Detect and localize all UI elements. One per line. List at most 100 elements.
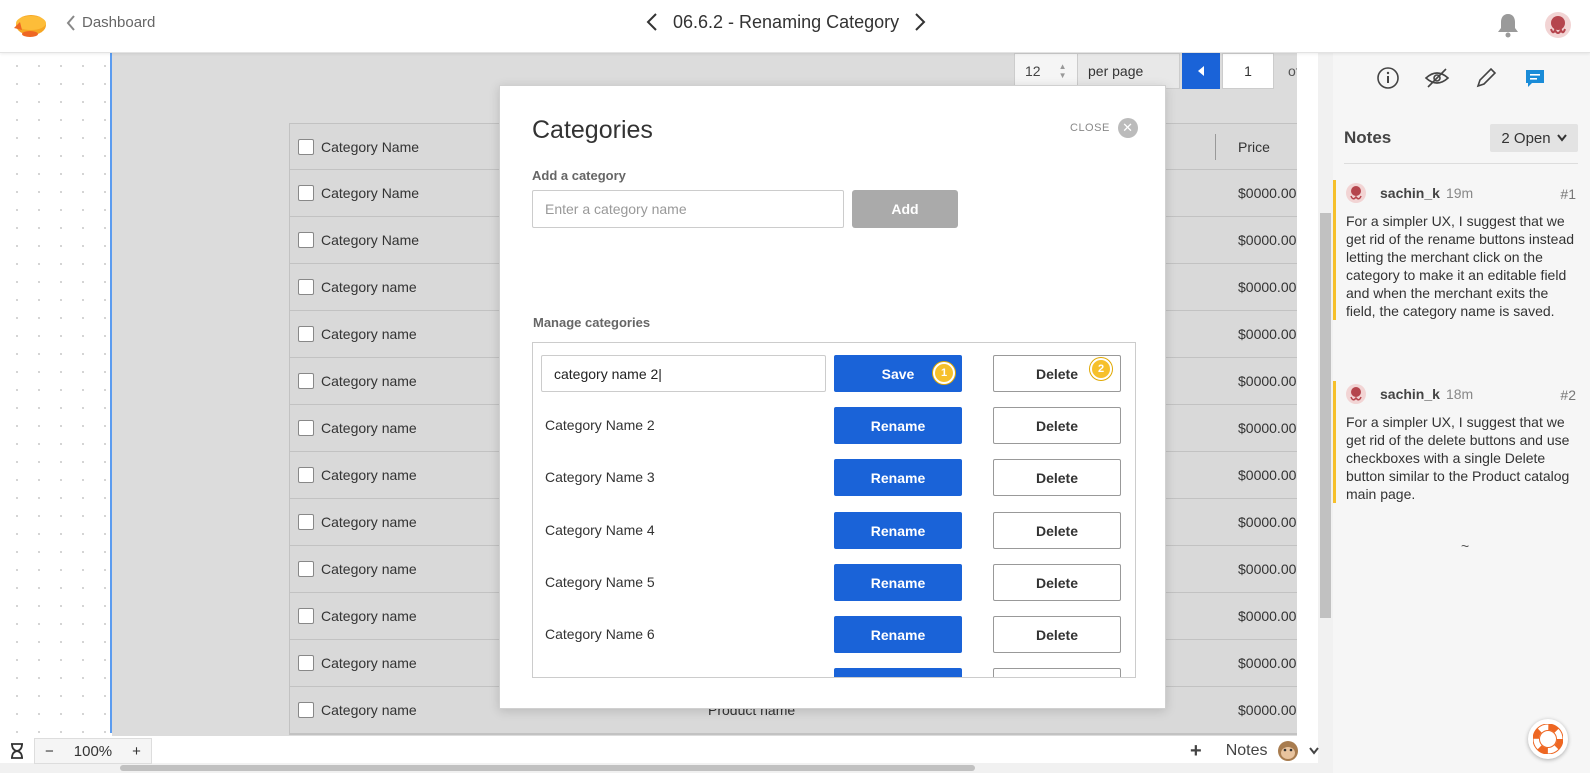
row-checkbox[interactable] <box>298 561 314 577</box>
row-checkbox[interactable] <box>298 608 314 624</box>
row-checkbox[interactable] <box>298 373 314 389</box>
info-icon <box>1376 67 1399 89</box>
tab-notes[interactable] <box>1522 65 1548 91</box>
tab-styles[interactable] <box>1473 65 1499 91</box>
note-text: For a simpler UX, I suggest that we get … <box>1346 414 1570 502</box>
list-item: Category Name 5 Rename Delete <box>533 553 1135 606</box>
save-label: Save <box>881 365 915 382</box>
note-header: sachin_k 18m #2 <box>1346 381 1590 407</box>
note-pin-2[interactable]: 2 <box>1090 358 1112 380</box>
row-price: $0000.00 <box>1238 185 1297 201</box>
close-button[interactable]: CLOSE ✕ <box>1070 118 1138 138</box>
row-name: Category Name <box>321 232 420 248</box>
row-checkbox[interactable] <box>298 326 314 342</box>
add-button[interactable]: Add <box>852 190 958 228</box>
delete-button[interactable]: Delete <box>993 512 1121 549</box>
zeplin-logo-icon[interactable] <box>10 8 48 40</box>
close-icon: ✕ <box>1117 118 1138 138</box>
zoom-control: − 100% + <box>34 738 152 764</box>
rename-button[interactable]: Rename <box>834 407 962 444</box>
rename-button-partial[interactable] <box>834 668 962 677</box>
row-checkbox[interactable] <box>298 702 314 718</box>
back-label: Dashboard <box>82 14 156 31</box>
row-checkbox[interactable] <box>298 232 314 248</box>
note-card[interactable]: sachin_k 18m #2 For a simpler UX, I sugg… <box>1333 381 1590 503</box>
zoom-in-button[interactable]: + <box>122 743 151 760</box>
screen-nav: 06.6.2 - Renaming Category <box>645 11 927 33</box>
row-checkbox[interactable] <box>298 420 314 436</box>
notes-filter-dropdown[interactable]: 2 Open <box>1490 124 1578 152</box>
row-name: Category name <box>321 561 417 577</box>
note-card[interactable]: sachin_k 19m #1 For a simpler UX, I sugg… <box>1333 180 1590 320</box>
close-label: CLOSE <box>1070 122 1110 134</box>
back-to-dashboard-link[interactable]: Dashboard <box>66 14 155 31</box>
header-name: Category Name <box>321 139 420 155</box>
column-divider <box>1215 134 1216 160</box>
row-checkbox[interactable] <box>298 467 314 483</box>
row-checkbox[interactable] <box>298 655 314 671</box>
row-price: $0000.00 <box>1238 420 1297 436</box>
header-price: Price <box>1238 139 1270 155</box>
category-name: Category Name 2 <box>545 417 655 433</box>
delete-button[interactable]: Delete <box>993 616 1121 653</box>
previous-page-button[interactable] <box>1182 53 1220 89</box>
tab-hidden[interactable] <box>1424 65 1450 91</box>
manage-categories-list[interactable]: category name 2| Save 1 Delete 2 Categor… <box>532 342 1136 678</box>
bell-icon[interactable] <box>1496 12 1520 38</box>
caret-left-icon <box>1198 66 1204 76</box>
rename-button[interactable]: Rename <box>834 459 962 496</box>
next-screen-button[interactable] <box>913 11 927 33</box>
select-all-checkbox[interactable] <box>298 139 314 155</box>
chevron-left-icon <box>646 13 657 31</box>
scroll-thumb[interactable] <box>1320 213 1331 618</box>
divider <box>1344 163 1578 164</box>
avatar-icon <box>1346 384 1366 404</box>
delete-button-partial[interactable] <box>993 668 1121 677</box>
chevron-left-icon <box>66 14 75 31</box>
row-name: Category name <box>321 420 417 436</box>
row-price: $0000.00 <box>1238 702 1297 718</box>
hourglass-icon[interactable] <box>8 742 26 760</box>
note-time: 18m <box>1445 386 1474 402</box>
category-name-edit-field[interactable]: category name 2| <box>541 355 826 392</box>
delete-button[interactable]: Delete <box>993 407 1121 444</box>
sidebar-tabs <box>1333 65 1590 91</box>
canvas-background <box>0 53 110 733</box>
row-checkbox[interactable] <box>298 279 314 295</box>
list-item: Category Name 6 Rename Delete <box>533 605 1135 658</box>
row-price: $0000.00 <box>1238 514 1297 530</box>
zoom-out-button[interactable]: − <box>35 743 64 760</box>
delete-button[interactable]: Delete <box>993 459 1121 496</box>
note-number: #1 <box>1560 186 1576 202</box>
monkey-avatar-icon[interactable] <box>1277 740 1299 762</box>
chevron-down-icon[interactable] <box>1309 747 1320 755</box>
notes-toggle[interactable]: Notes <box>1226 742 1268 760</box>
rename-button[interactable]: Rename <box>834 564 962 601</box>
note-pin-1[interactable]: 1 <box>933 362 955 384</box>
note-text: For a simpler UX, I suggest that we get … <box>1346 213 1575 319</box>
horizontal-scrollbar[interactable] <box>0 763 1318 773</box>
comment-icon <box>1526 70 1545 87</box>
list-item-editing: category name 2| Save 1 Delete 2 <box>533 343 1135 396</box>
page-number[interactable]: 1 <box>1222 53 1274 89</box>
add-category-input[interactable]: Enter a category name <box>532 190 844 228</box>
vertical-scrollbar[interactable] <box>1318 53 1333 773</box>
delete-button[interactable]: Delete <box>993 564 1121 601</box>
pen-icon <box>1476 67 1497 88</box>
category-name: Category Name 5 <box>545 574 655 590</box>
row-name: Category Name <box>321 185 420 201</box>
note-time: 19m <box>1445 185 1474 201</box>
scroll-thumb[interactable] <box>120 765 975 771</box>
tab-info[interactable] <box>1375 65 1401 91</box>
per-page-count[interactable]: 12 ▲ ▼ <box>1014 53 1078 89</box>
add-note-button[interactable]: + <box>1190 740 1202 763</box>
note-author: sachin_k <box>1380 185 1440 201</box>
rename-button[interactable]: Rename <box>834 512 962 549</box>
row-checkbox[interactable] <box>298 185 314 201</box>
help-button[interactable] <box>1528 719 1568 759</box>
previous-screen-button[interactable] <box>645 11 659 33</box>
rename-button[interactable]: Rename <box>834 616 962 653</box>
avatar-icon[interactable] <box>1545 12 1571 38</box>
list-end-mark: ~ <box>1461 538 1470 554</box>
row-checkbox[interactable] <box>298 514 314 530</box>
